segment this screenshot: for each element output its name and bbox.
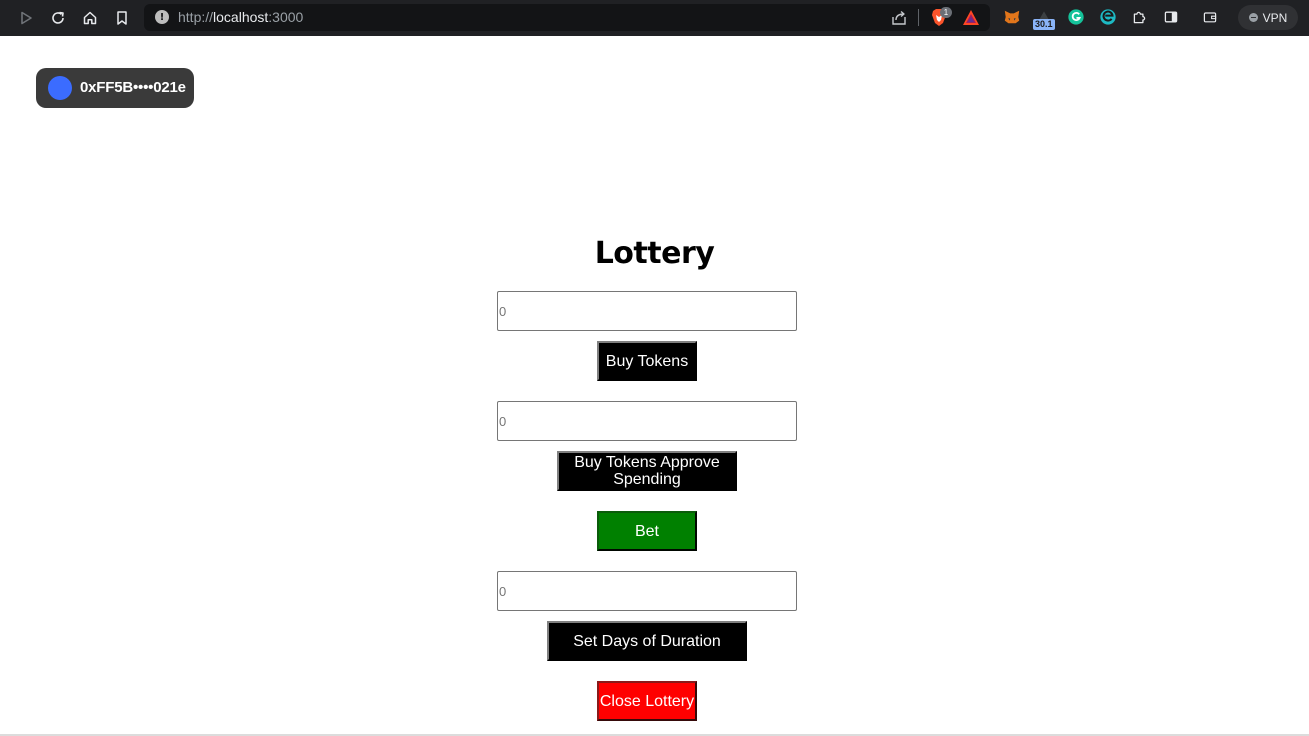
site-info-icon[interactable]: !: [155, 10, 169, 24]
metamask-icon[interactable]: [1002, 7, 1022, 27]
extensions-puzzle-icon[interactable]: [1129, 7, 1149, 27]
url-text[interactable]: http://localhost:3000: [178, 9, 303, 25]
browser-toolbar: ! http://localhost:3000 1 30.1 VPN: [0, 0, 1309, 36]
sidebar-icon[interactable]: [1161, 7, 1181, 27]
page-title: Lottery: [594, 236, 715, 271]
bet-button[interactable]: Bet: [597, 511, 697, 551]
close-lottery-button[interactable]: Close Lottery: [597, 681, 697, 721]
share-icon[interactable]: [890, 9, 908, 27]
vpn-label: VPN: [1262, 10, 1288, 25]
wallet-avatar: [48, 76, 72, 100]
url-host: localhost: [213, 9, 269, 25]
home-icon[interactable]: [78, 6, 102, 30]
approve-amount-input[interactable]: [497, 401, 797, 441]
grammarly-icon[interactable]: [1066, 7, 1086, 27]
set-duration-button[interactable]: Set Days of Duration: [547, 621, 747, 661]
close-lottery-label: Close Lottery: [599, 692, 695, 710]
wallet-icon[interactable]: [1200, 7, 1220, 27]
buy-tokens-button[interactable]: Buy Tokens: [597, 341, 697, 381]
vpn-button[interactable]: VPN: [1238, 5, 1298, 30]
extension-badge: 30.1: [1033, 19, 1055, 30]
brave-shields-badge: 1: [940, 7, 952, 18]
url-port: :3000: [268, 9, 304, 25]
reload-icon[interactable]: [46, 6, 70, 30]
buy-tokens-amount-input[interactable]: [497, 291, 797, 331]
approve-spending-button[interactable]: Buy Tokens Approve Spending: [557, 451, 737, 491]
bet-label: Bet: [634, 522, 659, 540]
duration-days-input[interactable]: [497, 571, 797, 611]
edge-extension-icon[interactable]: [1098, 7, 1118, 27]
rewards-icon[interactable]: [962, 9, 980, 26]
set-duration-label: Set Days of Duration: [573, 632, 721, 650]
wallet-address: 0xFF5B••••021e: [80, 79, 186, 96]
vpn-status-icon: [1248, 13, 1258, 22]
url-separator: [918, 9, 919, 26]
play-icon[interactable]: [14, 6, 38, 30]
buy-tokens-label: Buy Tokens: [605, 352, 689, 370]
url-scheme: http://: [178, 9, 214, 25]
bookmark-icon[interactable]: [110, 6, 134, 30]
address-bar[interactable]: ! http://localhost:3000 1: [144, 4, 990, 31]
approve-spending-label-line2: Spending: [613, 471, 681, 488]
wallet-account-button[interactable]: 0xFF5B••••021e: [36, 68, 194, 108]
approve-spending-label-line1: Buy Tokens Approve: [574, 454, 720, 471]
